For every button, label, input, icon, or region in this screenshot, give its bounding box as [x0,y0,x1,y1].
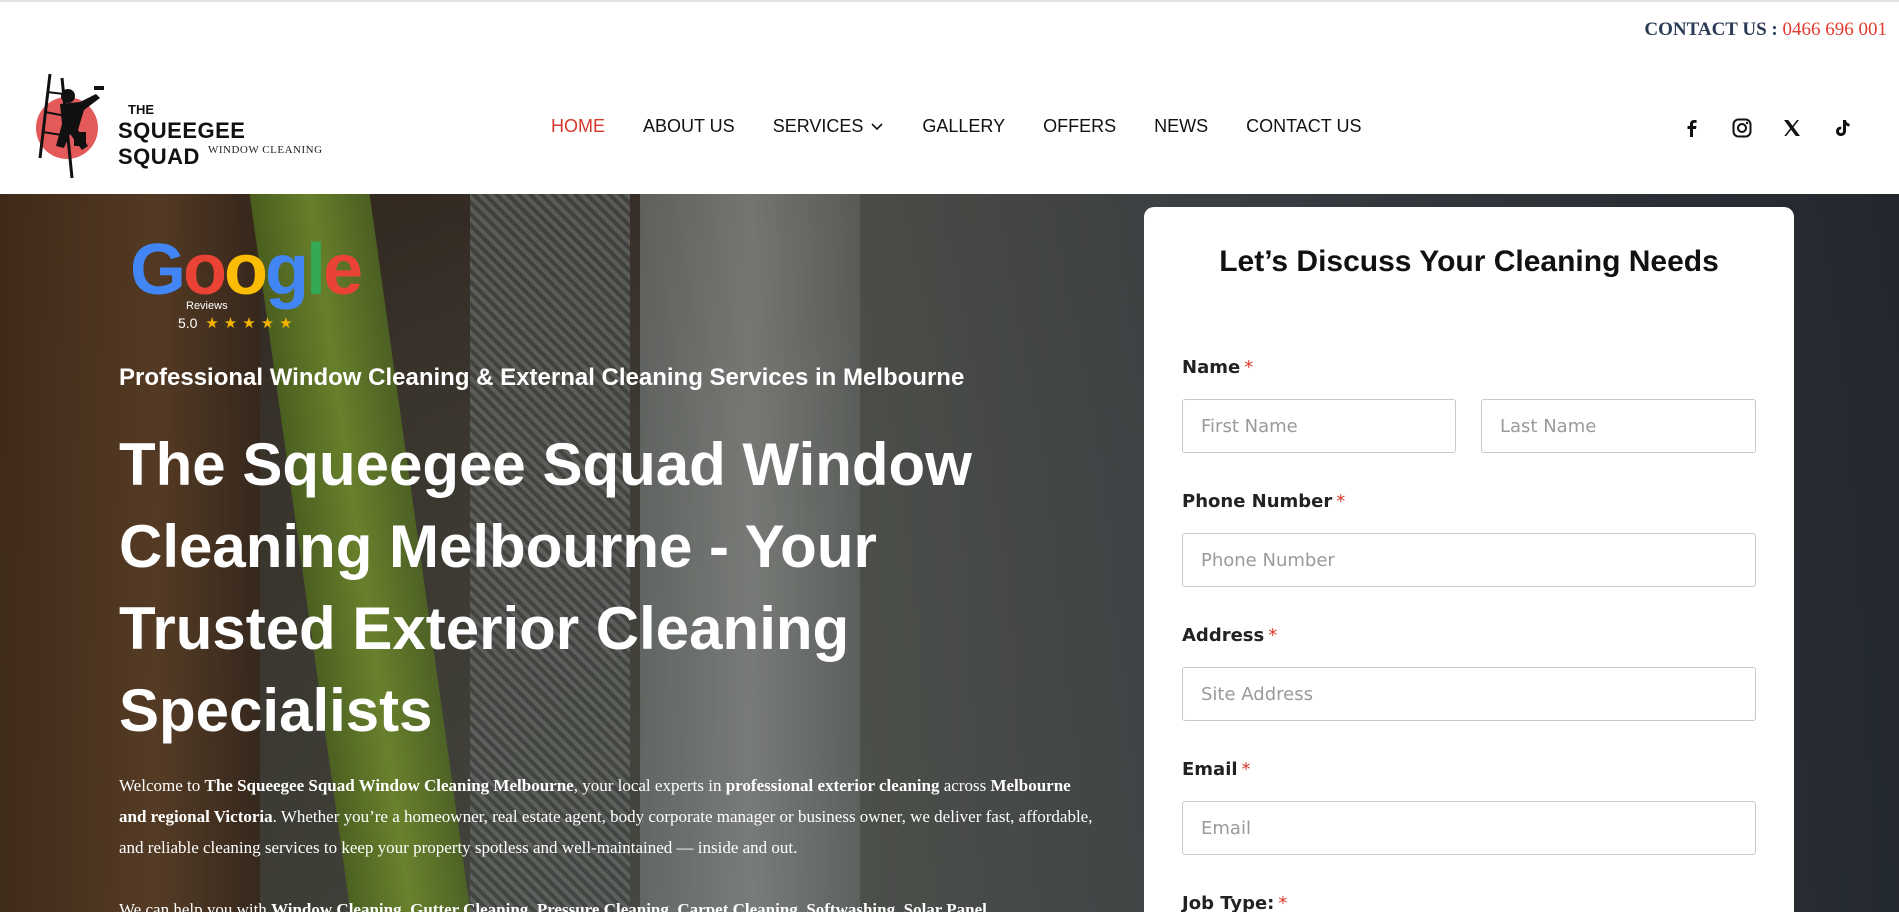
text-strong: Solar Panel [903,900,987,912]
logo-the-text: THE [128,102,154,117]
social-links [1680,116,1854,140]
text-strong: Gutter Cleaning [410,900,529,912]
google-logo: Google [130,234,363,306]
star-icons: ★★★★★ [205,315,298,332]
label-text: Email [1182,759,1238,780]
text-strong: Carpet Cleaning [677,900,798,912]
text: , [401,900,411,912]
google-letter: e [322,230,363,310]
hero-services-paragraph: We can help you with Window Cleaning, Gu… [119,894,1094,912]
first-name-input[interactable] [1182,399,1456,453]
site-logo[interactable]: THE SQUEEGEE SQUAD WINDOW CLEANING [34,72,324,182]
hero-intro-paragraph: Welcome to The Squeegee Squad Window Cle… [119,770,1094,863]
form-title: Let’s Discuss Your Cleaning Needs [1219,245,1719,278]
text: , [528,900,537,912]
phone-label: Phone Number * [1182,491,1345,512]
nav-label: HOME [551,116,605,136]
tiktok-icon[interactable] [1830,116,1854,140]
logo-sub-text: WINDOW CLEANING [208,144,323,156]
label-text: Name [1182,357,1241,378]
label-text: Phone Number [1182,491,1333,512]
nav-label: OFFERS [1043,116,1117,136]
email-label: Email * [1182,759,1251,780]
rating-value: 5.0 [178,315,198,331]
site-header: THE SQUEEGEE SQUAD WINDOW CLEANING HOME … [0,44,1899,194]
hero-tagline: Professional Window Cleaning & External … [119,364,965,391]
nav-label: SERVICES [772,116,864,136]
text: , [895,900,904,912]
contact-phone-link[interactable]: 0466 696 001 [1783,19,1888,40]
google-letter: l [305,230,326,310]
text-strong: professional exterior cleaning [725,776,940,795]
nav-item-home[interactable]: HOME [551,116,605,137]
text: , your local experts in [573,776,726,795]
text-strong: Pressure Cleaning [536,900,669,912]
nav-item-gallery[interactable]: GALLERY [922,116,1005,137]
required-mark: * [1268,625,1278,646]
required-mark: * [1336,491,1346,512]
nav-label: NEWS [1154,116,1209,136]
x-icon[interactable] [1780,116,1804,140]
google-letter: o [183,230,227,310]
text-strong: The Squeegee Squad Window Cleaning Melbo… [204,776,574,795]
google-rating: 5.0 ★★★★★ [178,314,298,332]
nav-item-about-us[interactable]: ABOUT US [643,116,735,137]
nav-label: CONTACT US [1246,116,1362,136]
required-mark: * [1244,357,1254,378]
address-input[interactable] [1182,667,1756,721]
nav-item-contact-us[interactable]: CONTACT US [1246,116,1361,137]
nav-item-offers[interactable]: OFFERS [1043,116,1116,137]
text-strong: Softwashing [806,900,896,912]
name-label: Name * [1182,357,1253,378]
phone-input[interactable] [1182,533,1756,587]
hero-title: The Squeegee Squad Window Cleaning Melbo… [119,431,972,744]
contact-label: CONTACT US : [1644,19,1778,40]
google-reviews-badge[interactable]: Google Reviews 5.0 ★★★★★ [130,234,363,332]
label-text: Address [1182,625,1265,646]
google-letter: g [264,230,309,310]
google-letter: o [224,230,268,310]
main-nav: HOME ABOUT US SERVICES GALLERY OFFERS NE… [551,116,1399,137]
text: We can help you with [119,900,272,912]
nav-item-services[interactable]: SERVICES [773,116,885,137]
address-label: Address * [1182,625,1277,646]
email-input[interactable] [1182,801,1756,855]
last-name-input[interactable] [1481,399,1756,453]
google-letter: G [130,230,186,310]
contact-bar: CONTACT US : 0466 696 001 [1644,19,1887,41]
instagram-icon[interactable] [1730,116,1754,140]
required-mark: * [1241,759,1251,780]
google-reviews-label: Reviews [186,300,228,312]
job-type-label: Job Type: * [1182,893,1287,912]
required-mark: * [1278,893,1288,912]
nav-item-news[interactable]: NEWS [1154,116,1208,137]
logo-window-cleaner-icon [38,73,104,179]
chevron-down-icon [871,122,883,130]
nav-label: ABOUT US [643,116,735,136]
text: Welcome to [119,776,205,795]
label-text: Job Type: [1182,893,1275,912]
text-strong: Window Cleaning [271,900,402,912]
nav-label: GALLERY [922,116,1006,136]
quote-form-card: Let’s Discuss Your Cleaning Needs Name * … [1144,207,1794,912]
text: across [939,776,991,795]
top-divider [0,0,1899,2]
facebook-icon[interactable] [1680,116,1704,140]
